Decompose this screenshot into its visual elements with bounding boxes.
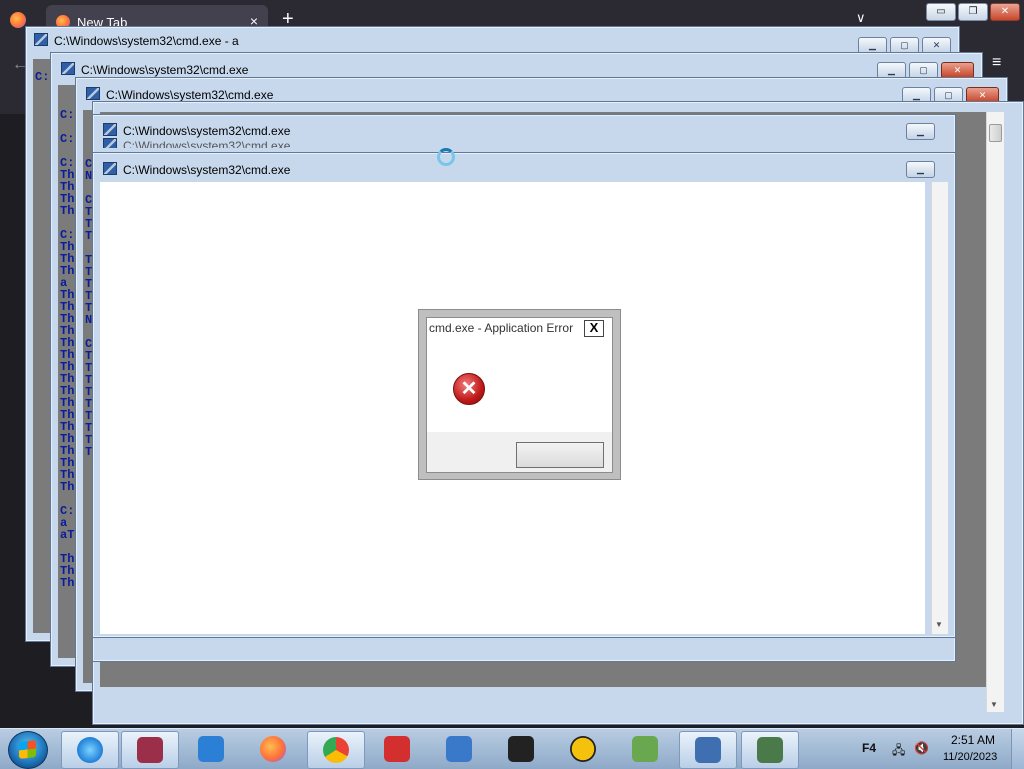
- taskbar-item-itunes[interactable]: [183, 731, 239, 767]
- cmd-window-title-behind: C:\Windows\system32\cmd.exe: [103, 138, 290, 148]
- taskbar-item-tool[interactable]: [431, 731, 487, 767]
- volume-muted-icon[interactable]: 🔇: [914, 741, 929, 755]
- cmd-icon: [103, 123, 117, 136]
- cmd-window-title: C:\Windows\system32\cmd.exe: [103, 162, 290, 177]
- clock-date[interactable]: 11/20/2023: [943, 751, 997, 763]
- browser-restore-button[interactable]: ❐: [958, 3, 988, 21]
- vertical-scrollbar[interactable]: ▼: [986, 112, 1004, 712]
- network-icon[interactable]: 🖧: [892, 741, 905, 762]
- cmd-window-title: C:\Windows\system32\cmd.exe - a: [34, 33, 239, 48]
- dialog-title: cmd.exe - Application Error: [429, 321, 574, 335]
- dialog-footer: [427, 432, 612, 472]
- music-note-icon: [198, 736, 224, 762]
- minimize-button[interactable]: ▁: [906, 123, 935, 140]
- cmd-title-text: C:\Windows\system32\cmd.exe: [81, 63, 249, 77]
- scrollbar-thumb[interactable]: [989, 124, 1002, 142]
- list-tabs-button[interactable]: ∨: [856, 10, 866, 26]
- chrome-icon: [323, 737, 349, 763]
- cmd-icon: [34, 33, 48, 46]
- cmd-icon: [695, 737, 721, 763]
- cmd-title-text: C:\Windows\system32\cmd.exe: [106, 88, 274, 102]
- taskbar-item-cmd-group[interactable]: [679, 731, 737, 769]
- archive-icon: [137, 737, 163, 763]
- cmd-title-text: C:\Windows\system32\cmd.exe - a: [54, 34, 239, 48]
- application-error-dialog[interactable]: cmd.exe - Application Error X ✕: [418, 309, 621, 480]
- window-icon: [757, 737, 783, 763]
- browser-minimize-button[interactable]: ▭: [926, 3, 956, 21]
- taskbar-item-window-app[interactable]: [741, 731, 799, 769]
- java-icon: [384, 736, 410, 762]
- ie-icon: [77, 737, 103, 763]
- scroll-down-arrow-icon[interactable]: ▼: [990, 700, 998, 709]
- busy-cursor-icon: [437, 148, 455, 166]
- clock-time[interactable]: 2:51 AM: [951, 733, 995, 747]
- taskbar-item-firefox[interactable]: [245, 731, 301, 767]
- dialog-close-button[interactable]: X: [584, 320, 604, 337]
- notepad-icon: [632, 736, 658, 762]
- start-button[interactable]: [8, 731, 48, 769]
- taskbar: F4 🖧 🔇 2:51 AM 11/20/2023: [0, 728, 1024, 769]
- taskbar-item-java[interactable]: [369, 731, 425, 767]
- scroll-down-arrow-icon[interactable]: ▼: [935, 620, 943, 629]
- paintbrush-icon: [508, 736, 534, 762]
- taskbar-item-notepad-plus[interactable]: [617, 731, 673, 767]
- cmd-title-text: C:\Windows\system32\cmd.exe: [123, 163, 291, 177]
- cmd-window-title: C:\Windows\system32\cmd.exe: [103, 123, 290, 138]
- menu-icon[interactable]: ≡: [992, 54, 1001, 72]
- cmd-window-title: C:\Windows\system32\cmd.exe: [61, 62, 248, 77]
- language-indicator[interactable]: F4: [862, 741, 876, 755]
- ok-button[interactable]: [516, 442, 604, 468]
- vertical-scrollbar[interactable]: ▼: [931, 182, 948, 634]
- browser-close-button[interactable]: ✕: [990, 3, 1020, 21]
- firefox-icon: [260, 736, 286, 762]
- cmd-icon: [103, 138, 117, 148]
- show-desktop-button[interactable]: [1011, 729, 1024, 769]
- error-icon: ✕: [453, 373, 485, 405]
- cmd-icon: [86, 87, 100, 100]
- taskbar-item-chrome[interactable]: [307, 731, 365, 769]
- triangle-icon: [570, 736, 596, 762]
- tool-icon: [446, 736, 472, 762]
- taskbar-item-app-triangle[interactable]: [555, 731, 611, 767]
- cmd-window-title: C:\Windows\system32\cmd.exe: [86, 87, 273, 102]
- minimize-button[interactable]: ▁: [906, 161, 935, 178]
- taskbar-item-internet-explorer[interactable]: [61, 731, 119, 769]
- cmd-icon: [103, 162, 117, 175]
- cmd-title-text: C:\Windows\system32\cmd.exe: [123, 139, 291, 148]
- cmd-title-text: C:\Windows\system32\cmd.exe: [123, 124, 291, 138]
- dialog-body: ✕: [427, 340, 612, 432]
- taskbar-item-winrar[interactable]: [121, 731, 179, 769]
- dialog-frame: cmd.exe - Application Error X ✕: [426, 317, 613, 473]
- taskbar-item-paint[interactable]: [493, 731, 549, 767]
- cmd-icon: [61, 62, 75, 75]
- firefox-logo-icon: [10, 12, 26, 28]
